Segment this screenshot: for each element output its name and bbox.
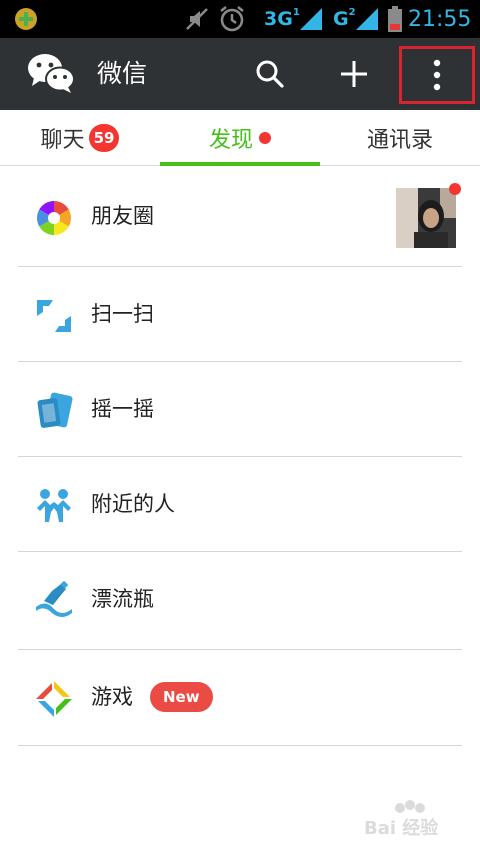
tab-discover[interactable]: 发现 xyxy=(160,110,320,166)
signal-icon xyxy=(355,8,378,30)
search-icon xyxy=(256,60,284,88)
more-menu-button[interactable] xyxy=(399,46,475,104)
status-bar: 3G 1 G 2 21:55 xyxy=(0,0,480,38)
new-badge: New xyxy=(150,682,213,712)
list-item-games[interactable]: 游戏 New xyxy=(0,650,480,745)
network-type-2: G xyxy=(333,8,349,30)
new-dot xyxy=(259,132,271,144)
tab-label: 聊天 xyxy=(40,128,85,153)
drift-bottle-icon xyxy=(36,581,72,617)
item-label: 游戏 xyxy=(91,685,133,709)
item-label: 附近的人 xyxy=(91,492,175,516)
tab-label: 发现 xyxy=(208,128,253,153)
more-vert-icon xyxy=(433,59,441,91)
list-item-drift-bottle[interactable]: 漂流瓶 xyxy=(0,552,480,647)
signal-icon xyxy=(299,8,322,30)
add-button[interactable] xyxy=(322,38,386,110)
people-nearby-icon xyxy=(37,489,71,522)
item-label: 摇一摇 xyxy=(91,397,154,421)
tab-chats[interactable]: 聊天 59 xyxy=(0,110,160,166)
list-item-shake[interactable]: 摇一摇 xyxy=(0,362,480,457)
item-label: 扫一扫 xyxy=(91,302,154,326)
avatar xyxy=(396,188,456,248)
wechat-logo-icon xyxy=(28,54,75,93)
moments-icon xyxy=(37,201,71,235)
search-button[interactable] xyxy=(238,38,302,110)
unread-badge: 59 xyxy=(88,124,120,152)
app-notification-icon xyxy=(15,8,37,30)
clock: 21:55 xyxy=(408,6,472,32)
divider xyxy=(18,745,462,746)
scan-icon xyxy=(37,300,71,332)
app-title: 微信 xyxy=(97,59,148,88)
item-label: 朋友圈 xyxy=(91,204,154,228)
watermark-text: Bai 经验 xyxy=(364,817,439,839)
tab-bar: 聊天 59 发现 通讯录 xyxy=(0,110,480,166)
sim1-label: 1 xyxy=(292,6,300,18)
network-type-1: 3G xyxy=(264,8,293,30)
plus-icon xyxy=(341,61,367,87)
list-item-moments[interactable]: 朋友圈 xyxy=(0,169,480,264)
watermark: Bai 经验 xyxy=(360,800,460,840)
sim2-label: 2 xyxy=(348,6,356,18)
battery-icon xyxy=(387,0,403,38)
item-label: 漂流瓶 xyxy=(91,587,154,611)
shake-icon xyxy=(37,392,73,428)
tab-label: 通讯录 xyxy=(366,128,433,153)
list-item-scan[interactable]: 扫一扫 xyxy=(0,267,480,362)
tab-indicator xyxy=(160,162,320,166)
tab-contacts[interactable]: 通讯录 xyxy=(320,110,480,166)
games-icon xyxy=(36,681,72,717)
mute-icon xyxy=(184,0,210,38)
alarm-icon xyxy=(218,0,246,38)
list-item-people-nearby[interactable]: 附近的人 xyxy=(0,457,480,552)
new-dot xyxy=(449,183,461,195)
